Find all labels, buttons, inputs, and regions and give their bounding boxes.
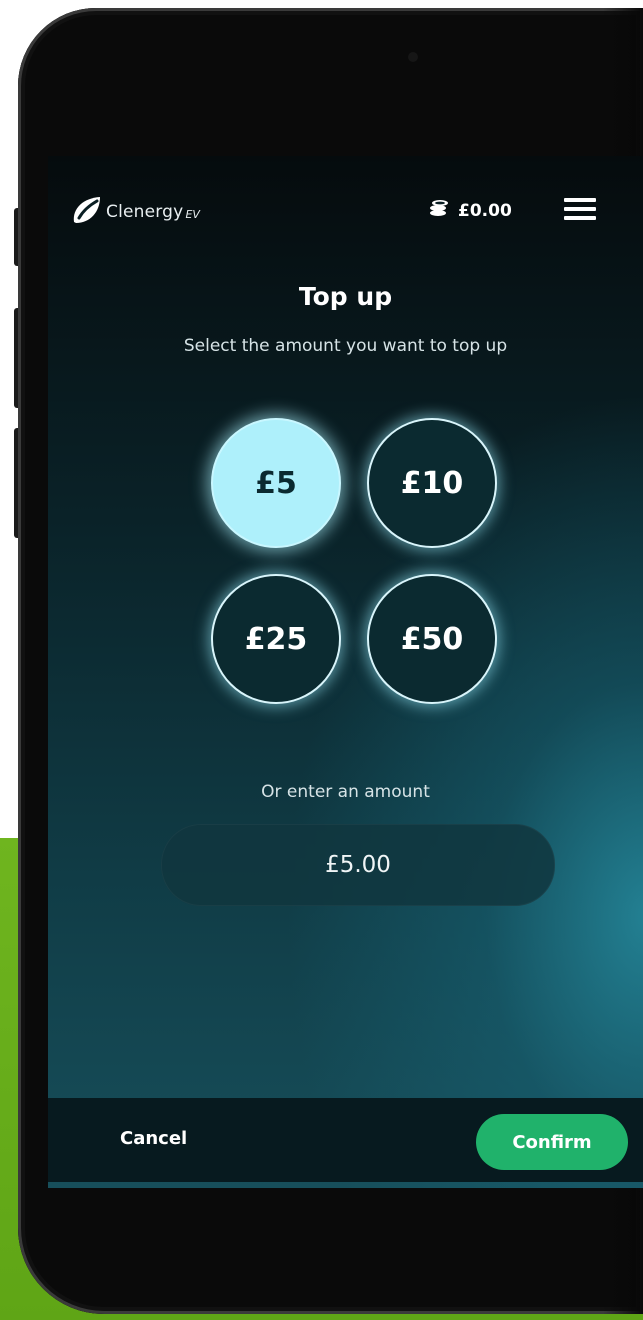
page-subtitle: Select the amount you want to top up <box>183 336 508 356</box>
logo-suffix: EV <box>185 207 200 221</box>
app-screen: Clenergy EV £0.00 Top up Select the amou… <box>48 156 643 1188</box>
custom-amount-label: Or enter an amount <box>261 782 430 802</box>
page-title: Top up <box>298 282 393 311</box>
balance-amount: £0.00 <box>458 200 512 221</box>
stage: Clenergy EV £0.00 Top up Select the amou… <box>0 0 643 1320</box>
wallet-balance[interactable]: £0.00 <box>428 198 512 223</box>
front-camera <box>408 52 418 62</box>
app-header: Clenergy EV £0.00 <box>48 184 643 238</box>
cancel-button[interactable]: Cancel <box>120 1128 187 1149</box>
custom-amount-input[interactable] <box>161 824 555 906</box>
logo-wordmark: Clenergy <box>106 202 184 222</box>
leaf-icon <box>70 194 102 230</box>
phone-frame: Clenergy EV £0.00 Top up Select the amou… <box>18 8 643 1314</box>
brand-logo[interactable]: Clenergy EV <box>70 194 200 230</box>
action-footer: Cancel Confirm <box>48 1098 643 1182</box>
hamburger-menu-icon[interactable] <box>564 198 596 220</box>
coins-icon <box>428 198 450 223</box>
amount-option-50[interactable]: £50 <box>367 574 497 704</box>
amount-option-5[interactable]: £5 <box>211 418 341 548</box>
amount-option-10[interactable]: £10 <box>367 418 497 548</box>
confirm-button[interactable]: Confirm <box>476 1114 628 1170</box>
amount-option-25[interactable]: £25 <box>211 574 341 704</box>
